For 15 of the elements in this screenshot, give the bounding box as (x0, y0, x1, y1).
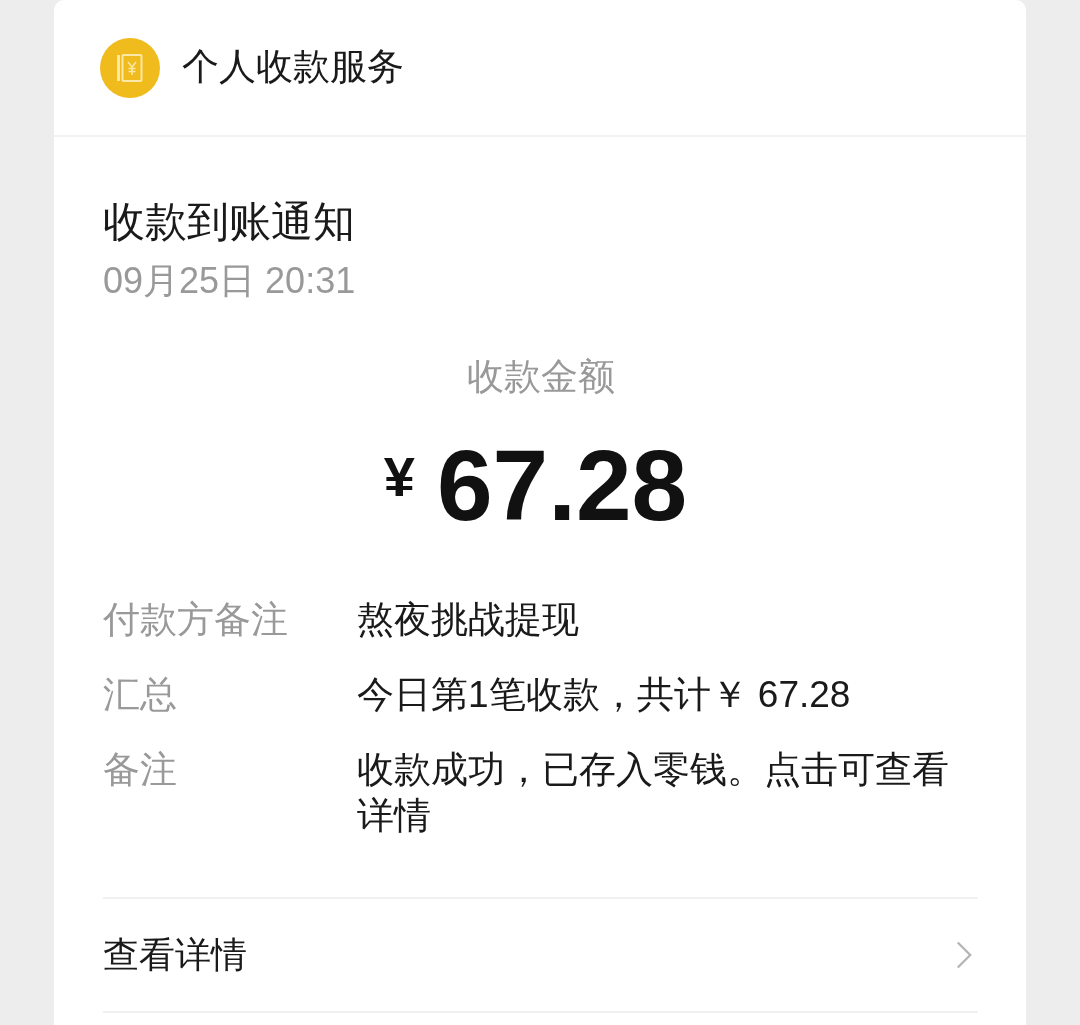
view-details-link[interactable]: 查看详情 (103, 933, 247, 977)
detail-label: 备注 (103, 747, 178, 792)
notice-time: 09月25日 20:31 (103, 259, 356, 303)
currency-symbol: ¥ (383, 448, 415, 505)
service-title: 个人收款服务 (182, 45, 404, 90)
detail-label: 汇总 (103, 672, 178, 717)
notice-title: 收款到账通知 (103, 197, 355, 247)
amount-value: 67.28 (436, 434, 688, 535)
detail-label: 付款方备注 (103, 597, 289, 642)
chevron-right-icon[interactable] (956, 939, 972, 970)
detail-value: 熬夜挑战提现 (357, 597, 580, 642)
detail-value: 收款成功，已存入零钱。点击可查看详情 (357, 747, 950, 838)
detail-value: 今日第1笔收款，共计￥ 67.28 (357, 672, 852, 717)
yen-notebook-icon (100, 37, 160, 98)
amount-label: 收款金额 (466, 354, 615, 399)
